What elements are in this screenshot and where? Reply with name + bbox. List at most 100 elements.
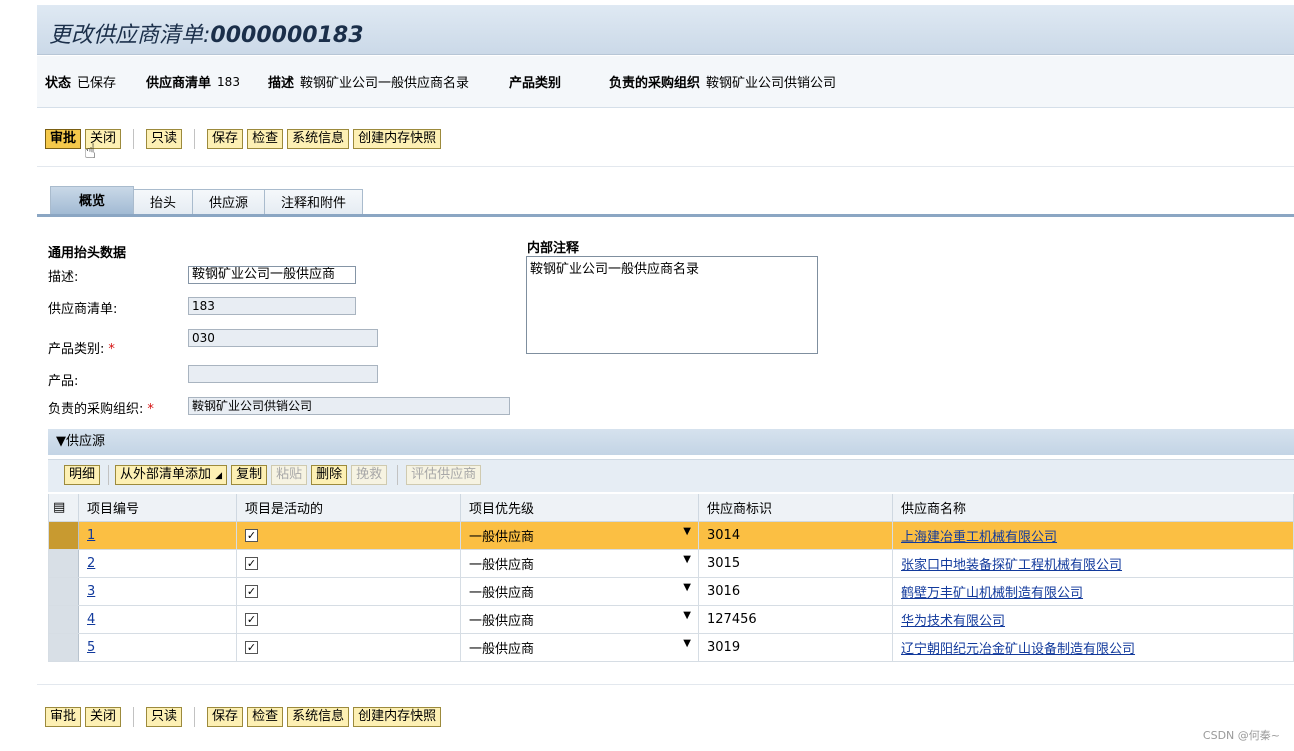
dropdown-triangle-icon: ◢ [215, 471, 223, 481]
item-no-cell: 1 [78, 520, 237, 550]
row-selector[interactable] [48, 604, 79, 634]
chevron-down-icon[interactable]: ▼ [683, 554, 691, 565]
readonly-button[interactable]: 只读 [146, 707, 183, 727]
org-field[interactable]: 鞍钢矿业公司供销公司 [188, 397, 510, 415]
readonly-button[interactable]: 只读 [146, 129, 183, 149]
vendor-id-cell[interactable]: 3015 [698, 548, 893, 578]
category-field[interactable]: 030 [188, 329, 378, 347]
column-priority[interactable]: 项目优先级 [460, 494, 699, 522]
state-value: 已保存 [77, 76, 117, 91]
vendor-name-link[interactable]: 辽宁朝阳纪元冶金矿山设备制造有限公司 [901, 642, 1135, 657]
priority-dropdown[interactable]: 一般供应商 ▼ [460, 632, 699, 662]
vendor-name-link[interactable]: 鹤壁万丰矿山机械制造有限公司 [901, 586, 1083, 601]
delete-button[interactable]: 删除 [311, 465, 348, 485]
check-button[interactable]: 检查 [247, 707, 284, 727]
add-from-external-button[interactable]: 从外部清单添加 ◢ [115, 465, 228, 485]
priority-dropdown[interactable]: 一般供应商 ▼ [460, 576, 699, 606]
vendor-name-link[interactable]: 上海建冶重工机械有限公司 [901, 530, 1057, 545]
tab-sources[interactable]: 供应源 [192, 189, 266, 216]
desc-field-label: 描述: [48, 270, 79, 285]
tab-header[interactable]: 抬头 [133, 189, 194, 216]
watermark: CSDN @何秦~ [1202, 729, 1280, 742]
item-no-link[interactable]: 5 [87, 640, 95, 655]
vendor-name-cell: 辽宁朝阳纪元冶金矿山设备制造有限公司 [892, 632, 1294, 662]
vendor-id-cell[interactable]: 3014 [698, 520, 893, 550]
category-field-label-text: 产品类别: [48, 342, 105, 357]
vendor-id-cell[interactable]: 3019 [698, 632, 893, 662]
save-button[interactable]: 保存 [207, 707, 244, 727]
detail-button[interactable]: 明细 [64, 465, 101, 485]
column-item-no[interactable]: 项目编号 [78, 494, 237, 522]
priority-dropdown[interactable]: 一般供应商 ▼ [460, 548, 699, 578]
chevron-down-icon[interactable]: ▼ [683, 610, 691, 621]
vendor-id-cell[interactable]: 127456 [698, 604, 893, 634]
list-field: 183 [188, 297, 356, 315]
desc-value: 鞍钢矿业公司一般供应商名录 [299, 76, 469, 91]
chevron-down-icon[interactable]: ▼ [683, 638, 691, 649]
close-button[interactable]: 关闭 [85, 707, 122, 727]
toolbar-separator [108, 465, 110, 485]
item-no-link[interactable]: 2 [87, 556, 95, 571]
check-button[interactable]: 检查 [247, 129, 284, 149]
copy-button[interactable]: 复制 [231, 465, 268, 485]
category-field-label: 产品类别: * [48, 338, 115, 357]
save-button[interactable]: 保存 [207, 129, 244, 149]
table-row[interactable]: 4 ✓ 一般供应商 ▼ 127456 华为技术有限公司 [48, 604, 1294, 634]
vendor-name-link[interactable]: 张家口中地装备探矿工程机械有限公司 [901, 558, 1122, 573]
add-from-external-label: 从外部清单添加 [120, 467, 212, 482]
chevron-down-icon[interactable]: ▼ [683, 582, 691, 593]
table-row[interactable]: 3 ✓ 一般供应商 ▼ 3016 鹤壁万丰矿山机械制造有限公司 [48, 576, 1294, 606]
sources-section-header[interactable]: ▼供应源 [48, 429, 1294, 455]
item-no-cell: 5 [78, 632, 237, 662]
org-field-label-text: 负责的采购组织: [48, 402, 144, 417]
list-value: 183 [217, 74, 240, 89]
row-selector[interactable] [48, 576, 79, 606]
page-title: 更改供应商清单:0000000183 [49, 17, 364, 49]
priority-value: 一般供应商 [469, 585, 535, 601]
approve-button[interactable]: 审批 [45, 129, 82, 149]
active-checkbox[interactable]: ✓ [245, 584, 258, 598]
priority-dropdown[interactable]: 一般供应商 ▼ [460, 520, 699, 550]
vendor-id-cell[interactable]: 3016 [698, 576, 893, 606]
row-selector[interactable] [48, 520, 79, 550]
active-checkbox[interactable]: ✓ [245, 528, 258, 542]
sources-toolbar: 明细 从外部清单添加 ◢ 复制 粘贴 删除 挽救 评估供应商 [48, 459, 1294, 492]
priority-dropdown[interactable]: 一般供应商 ▼ [460, 604, 699, 634]
top-toolbar: 审批 关闭 只读 保存 检查 系统信息 创建内存快照 [45, 128, 445, 150]
priority-value: 一般供应商 [469, 641, 535, 657]
item-no-cell: 4 [78, 604, 237, 634]
select-all-icon[interactable]: ▤ [48, 494, 79, 522]
item-no-cell: 2 [78, 548, 237, 578]
table-row[interactable]: 2 ✓ 一般供应商 ▼ 3015 张家口中地装备探矿工程机械有限公司 [48, 548, 1294, 578]
create-snapshot-button[interactable]: 创建内存快照 [353, 129, 442, 149]
system-info-button[interactable]: 系统信息 [287, 129, 350, 149]
item-no-link[interactable]: 4 [87, 612, 95, 627]
system-info-button[interactable]: 系统信息 [287, 707, 350, 727]
row-selector[interactable] [48, 548, 79, 578]
item-no-link[interactable]: 1 [87, 528, 95, 543]
active-checkbox[interactable]: ✓ [245, 612, 258, 626]
list-field-label: 供应商清单: [48, 302, 118, 317]
column-vendor-name[interactable]: 供应商名称 [892, 494, 1294, 522]
row-selector[interactable] [48, 632, 79, 662]
tab-notes-attachments[interactable]: 注释和附件 [264, 189, 364, 216]
active-checkbox[interactable]: ✓ [245, 556, 258, 570]
active-checkbox[interactable]: ✓ [245, 640, 258, 654]
product-field-label: 产品: [48, 374, 79, 389]
item-no-link[interactable]: 3 [87, 584, 95, 599]
active-cell: ✓ [236, 548, 461, 578]
evaluate-vendor-button: 评估供应商 [406, 465, 482, 485]
table-row[interactable]: 5 ✓ 一般供应商 ▼ 3019 辽宁朝阳纪元冶金矿山设备制造有限公司 [48, 632, 1294, 662]
internal-note-textarea[interactable]: 鞍钢矿业公司一般供应商名录 [526, 256, 818, 354]
active-cell: ✓ [236, 576, 461, 606]
column-vendor-id[interactable]: 供应商标识 [698, 494, 893, 522]
desc-field[interactable]: 鞍钢矿业公司一般供应商 [188, 266, 356, 284]
table-row[interactable]: 1 ✓ 一般供应商 ▼ 3014 上海建冶重工机械有限公司 [48, 520, 1294, 550]
chevron-down-icon[interactable]: ▼ [683, 526, 691, 537]
column-active[interactable]: 项目是活动的 [236, 494, 461, 522]
create-snapshot-button[interactable]: 创建内存快照 [353, 707, 442, 727]
tab-overview[interactable]: 概览 [50, 186, 135, 216]
vendor-name-link[interactable]: 华为技术有限公司 [901, 614, 1005, 629]
product-field[interactable] [188, 365, 378, 383]
approve-button[interactable]: 审批 [45, 707, 82, 727]
